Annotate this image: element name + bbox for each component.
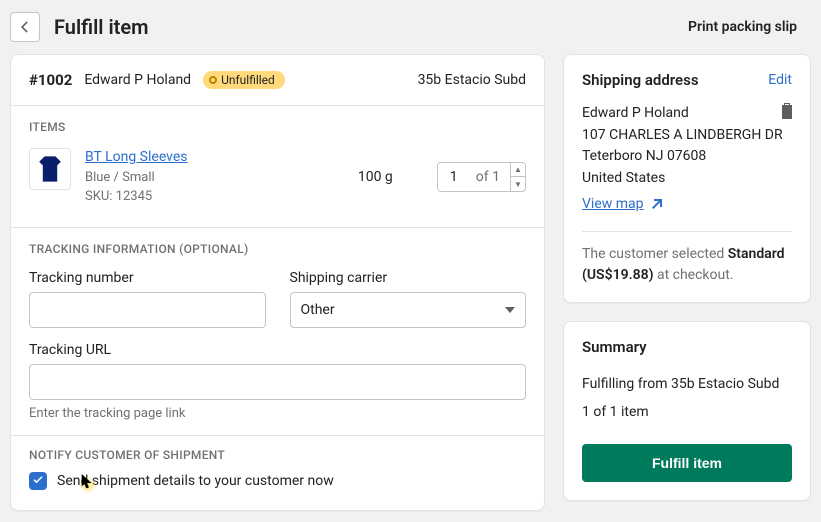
shipping-carrier-label: Shipping carrier xyxy=(290,270,527,286)
print-packing-slip-link[interactable]: Print packing slip xyxy=(688,19,797,35)
clipboard-icon[interactable] xyxy=(780,103,794,127)
status-dot-icon xyxy=(209,76,217,84)
summary-card: Summary Fulfilling from 35b Estacio Subd… xyxy=(563,321,811,501)
summary-line-count: 1 of 1 item xyxy=(582,398,792,426)
quantity-value: 1 xyxy=(450,169,476,185)
line-item-row: BT Long Sleeves Blue / Small SKU: 12345 … xyxy=(29,144,526,223)
shipping-address-card: Shipping address Edit Edward P Holand 10… xyxy=(563,54,811,303)
product-weight: 100 g xyxy=(358,169,393,185)
tracking-number-input[interactable] xyxy=(29,292,266,328)
shipping-method-note: The customer selected Standard (US$19.88… xyxy=(564,244,810,302)
quantity-stepper[interactable]: 1 of 1 ▲ ▼ xyxy=(437,162,526,192)
address-name: Edward P Holand xyxy=(582,103,792,125)
shipping-carrier-select[interactable]: Other xyxy=(290,292,527,328)
quantity-of: of 1 xyxy=(476,169,510,185)
tracking-url-label: Tracking URL xyxy=(29,342,526,358)
edit-address-link[interactable]: Edit xyxy=(768,72,792,88)
quantity-up-button[interactable]: ▲ xyxy=(511,163,525,177)
notify-checkbox[interactable] xyxy=(29,472,47,490)
status-text: Unfulfilled xyxy=(221,73,275,87)
address-line2: Teterboro NJ 07608 xyxy=(582,146,792,168)
product-sku: SKU: 12345 xyxy=(85,189,152,204)
shipping-carrier-value: Other xyxy=(301,302,335,318)
tracking-section-label: TRACKING INFORMATION (OPTIONAL) xyxy=(29,242,526,256)
product-link[interactable]: BT Long Sleeves xyxy=(85,149,188,165)
fulfill-card: #1002 Edward P Holand Unfulfilled 35b Es… xyxy=(10,54,545,511)
page-title: Fulfill item xyxy=(54,15,688,39)
fulfill-item-button[interactable]: Fulfill item xyxy=(582,444,792,482)
sweater-icon xyxy=(32,151,68,187)
back-button[interactable] xyxy=(10,12,40,42)
order-number: #1002 xyxy=(29,71,72,89)
notify-checkbox-label: Send shipment details to your customer n… xyxy=(57,473,334,489)
notify-section-label: NOTIFY CUSTOMER OF SHIPMENT xyxy=(29,448,526,462)
summary-line-location: Fulfilling from 35b Estacio Subd xyxy=(582,370,792,398)
items-section-label: ITEMS xyxy=(29,120,526,134)
address-country: United States xyxy=(582,168,792,190)
arrow-left-icon xyxy=(17,19,33,35)
view-map-link[interactable]: View map xyxy=(582,194,662,216)
tracking-url-hint: Enter the tracking page link xyxy=(29,406,526,421)
caret-down-icon xyxy=(505,307,515,313)
tracking-url-input[interactable] xyxy=(29,364,526,400)
status-badge: Unfulfilled xyxy=(203,71,285,89)
product-variant: Blue / Small xyxy=(85,170,155,185)
external-link-icon xyxy=(650,199,662,211)
address-line1: 107 CHARLES A LINDBERGH DR xyxy=(582,125,792,147)
tracking-number-label: Tracking number xyxy=(29,270,266,286)
check-icon xyxy=(32,475,44,487)
order-customer: Edward P Holand xyxy=(84,72,191,88)
product-thumbnail xyxy=(29,148,71,190)
shipping-address-heading: Shipping address xyxy=(582,71,699,89)
cursor-icon xyxy=(81,474,95,492)
summary-heading: Summary xyxy=(582,338,647,356)
quantity-down-button[interactable]: ▼ xyxy=(511,177,525,191)
order-location: 35b Estacio Subd xyxy=(418,72,526,88)
